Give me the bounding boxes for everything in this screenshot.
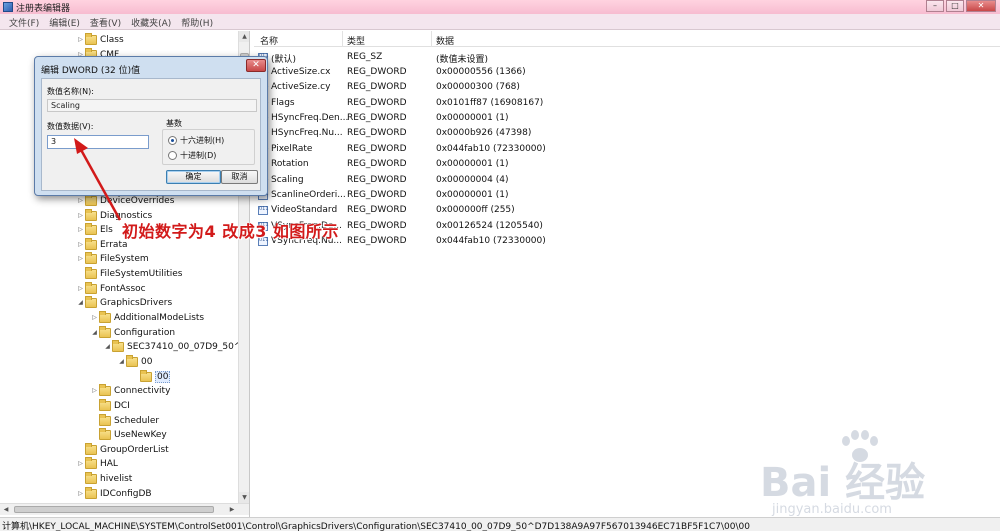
annotation-arrow-line	[78, 147, 122, 221]
baidu-watermark: Bai 经验 jingyan.baidu.com	[760, 430, 990, 520]
annotation-arrow-head	[74, 138, 88, 154]
watermark-logo: Bai 经验	[760, 460, 926, 506]
annotation-text: 初始数字为4 改成3 如图所示	[122, 222, 339, 241]
watermark-url: jingyan.baidu.com	[772, 502, 892, 517]
